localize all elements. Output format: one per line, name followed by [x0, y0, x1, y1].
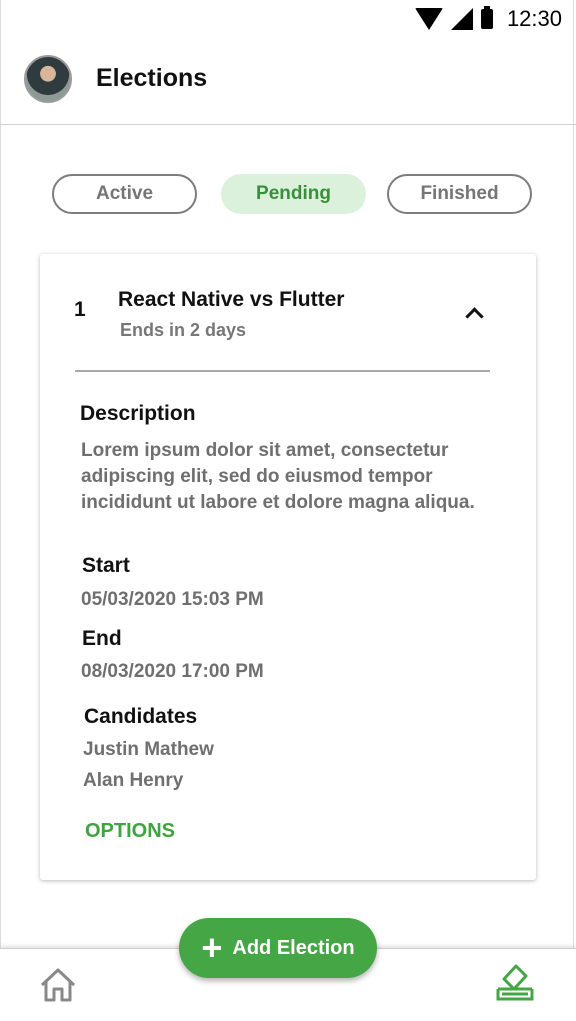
status-icons: 12:30	[414, 6, 562, 32]
app-header: Elections	[0, 38, 576, 125]
start-value: 05/03/2020 15:03 PM	[81, 589, 264, 610]
start-label: Start	[82, 554, 130, 577]
tab-active[interactable]: Active	[52, 174, 197, 214]
status-bar: 12:30	[0, 0, 576, 38]
home-icon[interactable]	[38, 965, 78, 1005]
signal-icon	[450, 8, 473, 30]
description-label: Description	[80, 402, 196, 425]
candidate-item: Justin Mathew	[83, 739, 214, 760]
options-button[interactable]: OPTIONS	[85, 820, 175, 843]
add-election-label: Add Election	[232, 936, 355, 959]
wifi-icon	[414, 8, 443, 30]
election-card: 1 React Native vs Flutter Ends in 2 days…	[40, 254, 536, 880]
add-election-button[interactable]: + Add Election	[179, 918, 377, 978]
chevron-up-icon[interactable]	[465, 307, 484, 326]
avatar[interactable]	[24, 55, 72, 103]
election-number: 1	[74, 298, 86, 321]
description-text: Lorem ipsum dolor sit amet, consectetur …	[81, 440, 475, 513]
candidate-item: Alan Henry	[83, 770, 184, 791]
end-label: End	[82, 627, 122, 650]
vote-icon[interactable]	[494, 961, 536, 1003]
candidates-label: Candidates	[84, 705, 198, 728]
page-title: Elections	[96, 64, 208, 92]
election-ends: Ends in 2 days	[120, 320, 247, 340]
plus-icon: +	[201, 927, 223, 968]
battery-icon	[480, 6, 493, 29]
status-time: 12:30	[506, 6, 562, 31]
tab-pending[interactable]: Pending	[221, 174, 366, 214]
card-divider	[75, 370, 490, 372]
tab-finished[interactable]: Finished	[387, 174, 532, 214]
election-title: React Native vs Flutter	[118, 288, 345, 311]
status-tabs: Active Pending Finished	[0, 174, 576, 214]
end-value: 08/03/2020 17:00 PM	[81, 661, 264, 682]
